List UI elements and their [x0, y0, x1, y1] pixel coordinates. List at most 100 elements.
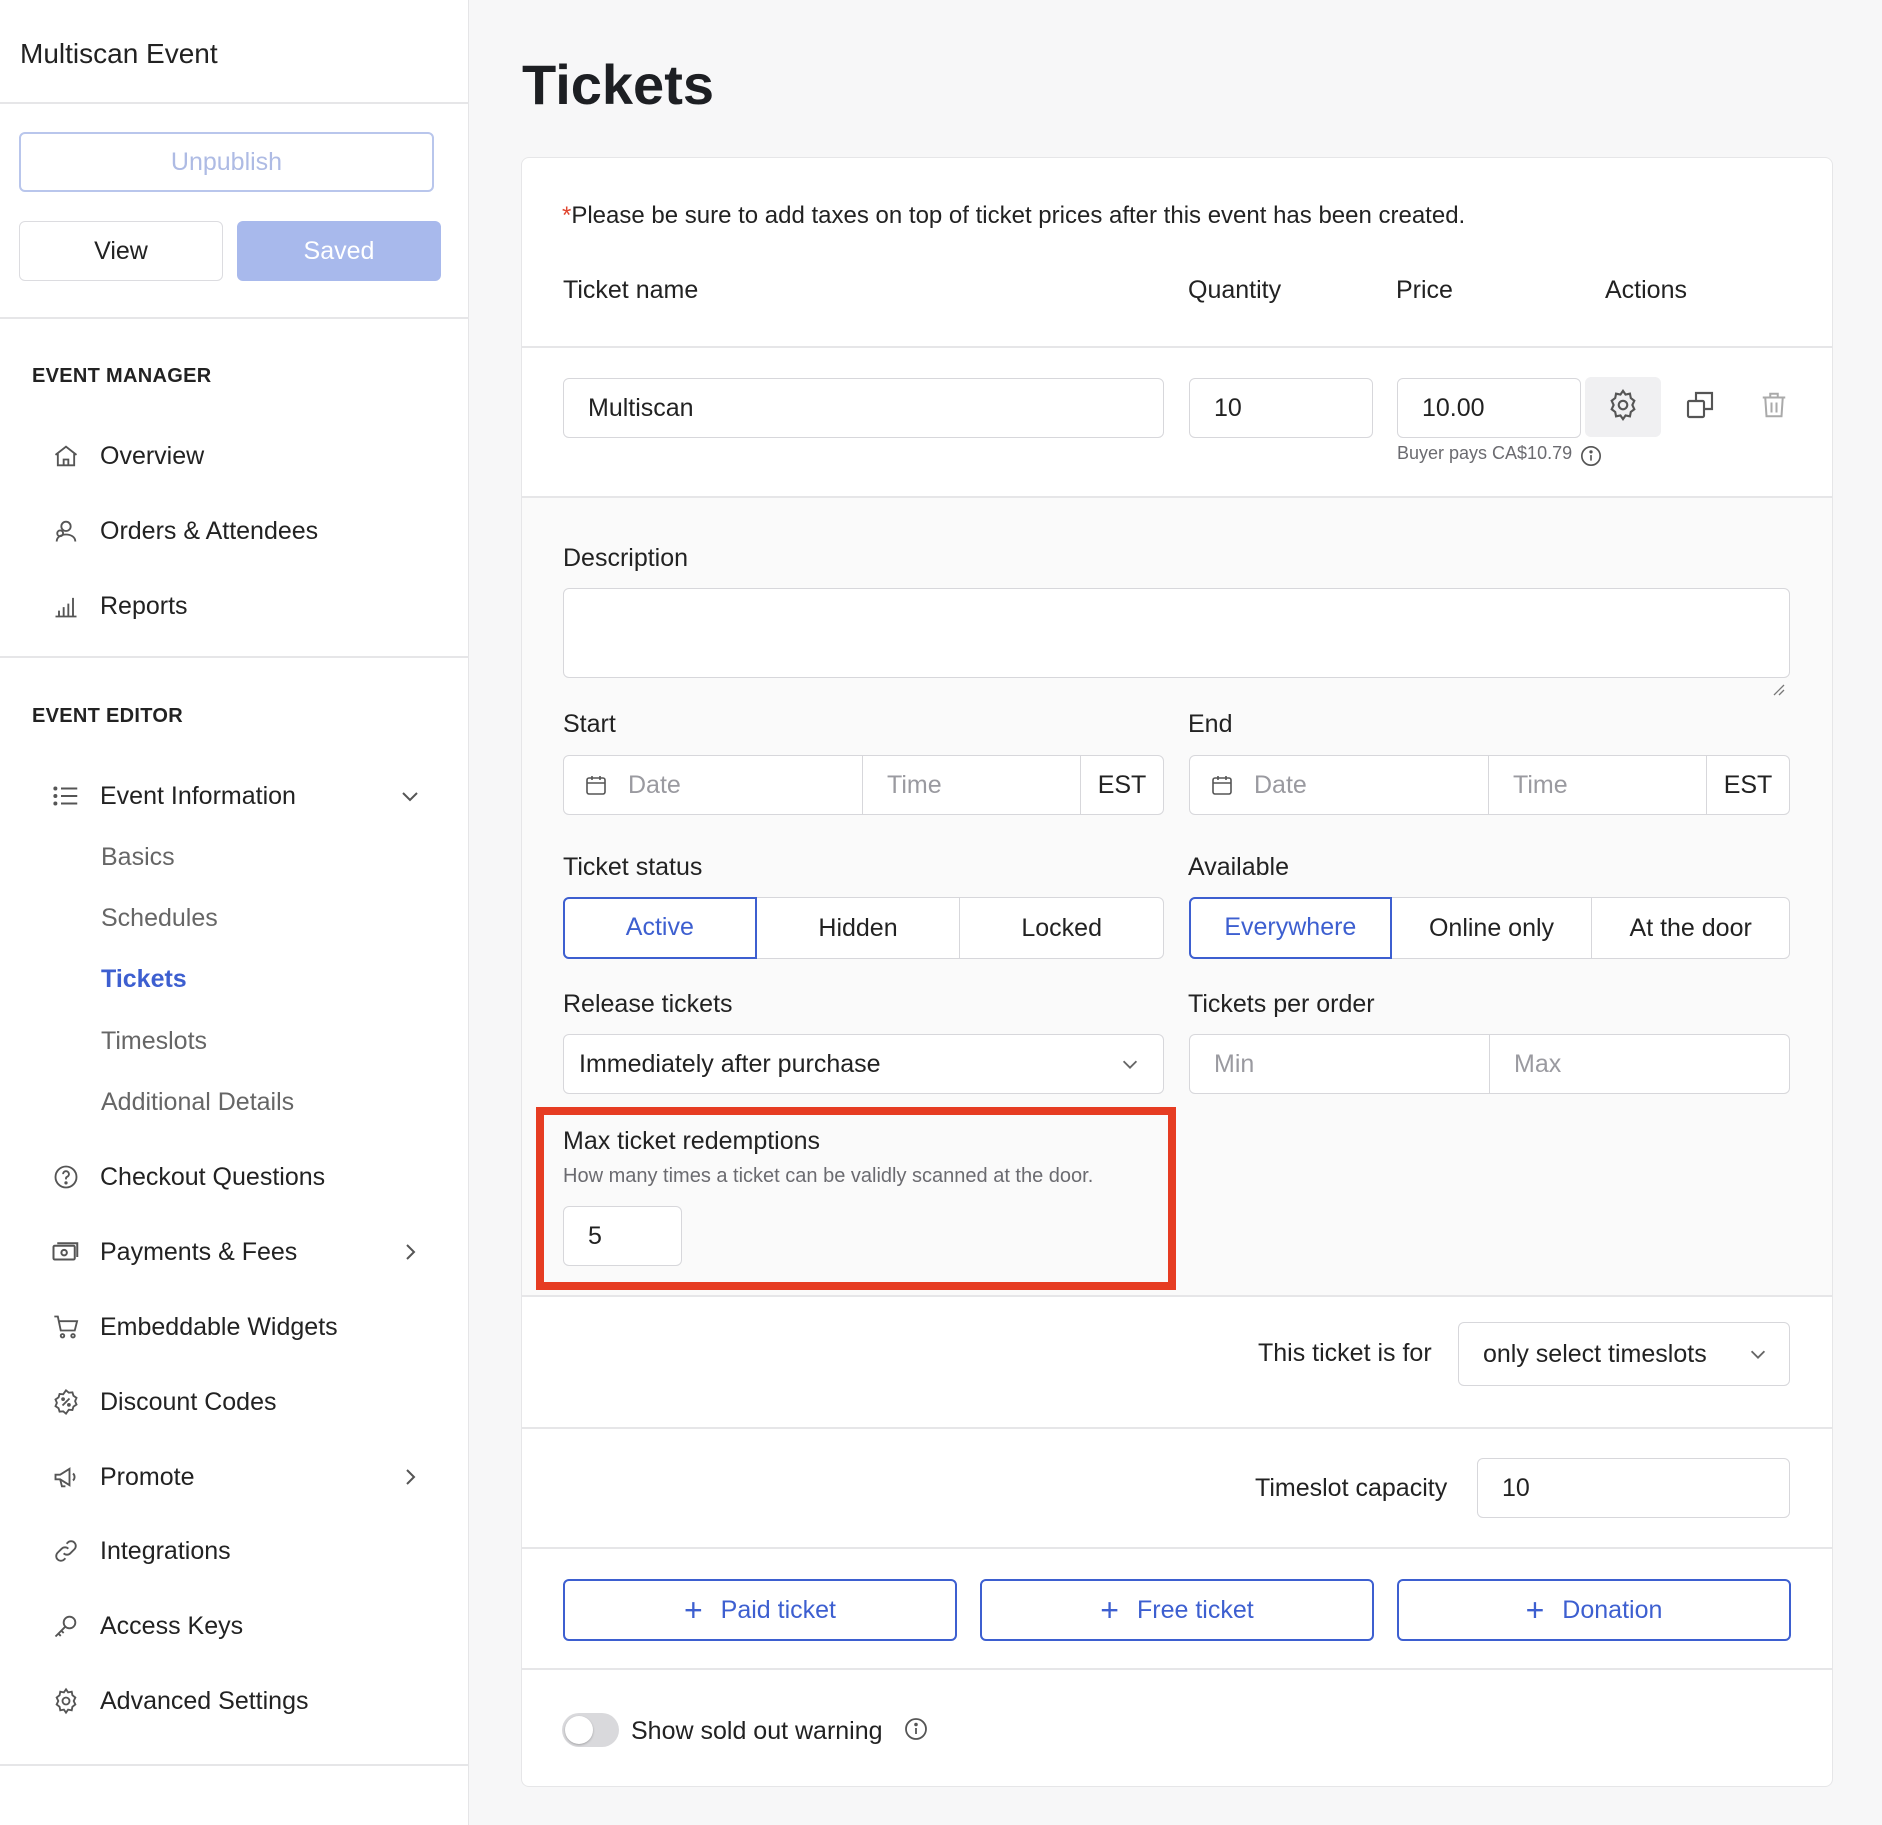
release-tickets-label: Release tickets: [563, 990, 733, 1018]
ticket-status-hidden[interactable]: Hidden: [757, 898, 961, 958]
ticket-status-locked[interactable]: Locked: [960, 898, 1163, 958]
available-everywhere[interactable]: Everywhere: [1189, 897, 1392, 959]
start-date-input[interactable]: Date: [564, 756, 863, 814]
nav-item-advanced-settings[interactable]: Advanced Settings: [50, 1676, 440, 1726]
nav-item-reports[interactable]: Reports: [50, 581, 440, 631]
nav-label: Promote: [100, 1462, 195, 1491]
buyer-pays-text: Buyer pays CA$10.79: [1397, 443, 1572, 464]
nav-item-access-keys[interactable]: Access Keys: [50, 1601, 440, 1651]
subnav-item-basics[interactable]: Basics: [101, 843, 175, 872]
subnav-item-timeslots[interactable]: Timeslots: [101, 1027, 207, 1056]
end-label: End: [1188, 710, 1233, 738]
gear-icon: [50, 1685, 82, 1717]
calendar-icon: [1210, 773, 1234, 797]
nav-item-orders-attendees[interactable]: Orders & Attendees: [50, 506, 440, 556]
start-datetime: Date Time EST: [563, 755, 1164, 815]
divider: [521, 346, 1833, 348]
start-label: Start: [563, 710, 616, 738]
available-at-the-door[interactable]: At the door: [1592, 898, 1789, 958]
divider: [0, 317, 469, 319]
end-timezone[interactable]: EST: [1707, 756, 1789, 814]
sold-out-warning-toggle[interactable]: [562, 1713, 619, 1747]
chevron-right-icon: [398, 1465, 422, 1489]
date-placeholder: Date: [628, 770, 681, 799]
page-title: Tickets: [522, 53, 714, 116]
nav-item-checkout-questions[interactable]: Checkout Questions: [50, 1152, 440, 1202]
nav-item-overview[interactable]: Overview: [50, 431, 440, 481]
money-icon: [50, 1236, 82, 1268]
ticket-price-input[interactable]: 10.00: [1397, 378, 1581, 438]
trash-icon: [1759, 389, 1789, 426]
add-paid-ticket-button[interactable]: + Paid ticket: [563, 1579, 957, 1641]
start-timezone[interactable]: EST: [1081, 756, 1163, 814]
nav-item-integrations[interactable]: Integrations: [50, 1526, 440, 1576]
plus-icon: +: [683, 1592, 703, 1628]
nav-item-promote[interactable]: Promote: [50, 1452, 440, 1502]
ticket-for-label: This ticket is for: [1258, 1339, 1432, 1367]
button-label: Paid ticket: [720, 1595, 837, 1624]
tax-notice-text: Please be sure to add taxes on top of ti…: [571, 202, 1466, 229]
ticket-quantity-input[interactable]: 10: [1189, 378, 1373, 438]
unpublish-button[interactable]: Unpublish: [19, 132, 434, 192]
end-date-input[interactable]: Date: [1190, 756, 1489, 814]
list-icon: [50, 780, 82, 812]
buyer-pays-label: Buyer pays CA$10.79: [1397, 443, 1573, 463]
cart-icon: [50, 1311, 82, 1343]
max-per-order-input[interactable]: Max: [1490, 1035, 1789, 1093]
end-time-input[interactable]: Time: [1489, 756, 1707, 814]
link-icon: [50, 1535, 82, 1567]
event-title: Multiscan Event: [20, 38, 218, 69]
ticket-for-select[interactable]: only select timeslots: [1458, 1322, 1790, 1386]
nav-item-discount-codes[interactable]: Discount Codes: [50, 1377, 440, 1427]
min-per-order-input[interactable]: Min: [1190, 1035, 1490, 1093]
chevron-down-icon: [1747, 1343, 1769, 1365]
add-free-ticket-button[interactable]: + Free ticket: [980, 1579, 1374, 1641]
nav-label: Discount Codes: [100, 1387, 277, 1416]
divider: [521, 1547, 1833, 1549]
delete-ticket-button[interactable]: [1754, 387, 1794, 427]
add-donation-button[interactable]: + Donation: [1397, 1579, 1791, 1641]
column-header-actions: Actions: [1605, 276, 1687, 304]
ticket-status-segmented: Active Hidden Locked: [563, 897, 1164, 959]
duplicate-ticket-button[interactable]: [1680, 387, 1720, 427]
description-textarea[interactable]: [563, 588, 1790, 696]
info-icon[interactable]: [904, 1717, 928, 1741]
tickets-per-order-label: Tickets per order: [1188, 990, 1375, 1018]
saved-button[interactable]: Saved: [237, 221, 441, 281]
subnav-item-additional-details[interactable]: Additional Details: [101, 1088, 294, 1117]
ticket-for-value: only select timeslots: [1483, 1340, 1707, 1368]
available-online-only[interactable]: Online only: [1392, 898, 1593, 958]
subnav-item-tickets[interactable]: Tickets: [101, 965, 187, 994]
nav-item-event-information[interactable]: Event Information: [50, 771, 440, 821]
subnav-item-schedules[interactable]: Schedules: [101, 904, 218, 933]
availability-segmented: Everywhere Online only At the door: [1189, 897, 1790, 959]
chevron-down-icon: [398, 784, 422, 808]
tax-notice: *Please be sure to add taxes on top of t…: [562, 202, 1465, 230]
timeslot-capacity-input[interactable]: 10: [1477, 1458, 1790, 1518]
nav-item-embeddable-widgets[interactable]: Embeddable Widgets: [50, 1302, 440, 1352]
duplicate-icon: [1684, 389, 1716, 426]
info-icon[interactable]: [1580, 445, 1602, 467]
nav-item-payments-fees[interactable]: Payments & Fees: [50, 1227, 440, 1277]
gear-icon: [1606, 388, 1640, 427]
column-header-price: Price: [1396, 276, 1453, 304]
available-label: Available: [1188, 853, 1290, 881]
plus-icon: +: [1100, 1592, 1119, 1628]
release-tickets-value: Immediately after purchase: [579, 1050, 881, 1078]
nav-label: Payments & Fees: [100, 1237, 298, 1266]
start-time-input[interactable]: Time: [863, 756, 1081, 814]
view-button[interactable]: View: [19, 221, 223, 281]
button-label: Donation: [1562, 1595, 1663, 1624]
required-asterisk: *: [562, 202, 572, 229]
ticket-name-input[interactable]: Multiscan: [563, 378, 1164, 438]
description-label: Description: [563, 544, 689, 572]
release-tickets-select[interactable]: Immediately after purchase: [563, 1034, 1164, 1094]
key-icon: [50, 1610, 82, 1642]
nav-label: Embeddable Widgets: [100, 1312, 338, 1341]
plus-icon: +: [1525, 1592, 1545, 1628]
chevron-right-icon: [398, 1240, 422, 1264]
ticket-status-active[interactable]: Active: [563, 897, 757, 959]
toggle-knob: [565, 1716, 593, 1744]
ticket-settings-button[interactable]: [1585, 377, 1661, 437]
end-datetime: Date Time EST: [1189, 755, 1790, 815]
